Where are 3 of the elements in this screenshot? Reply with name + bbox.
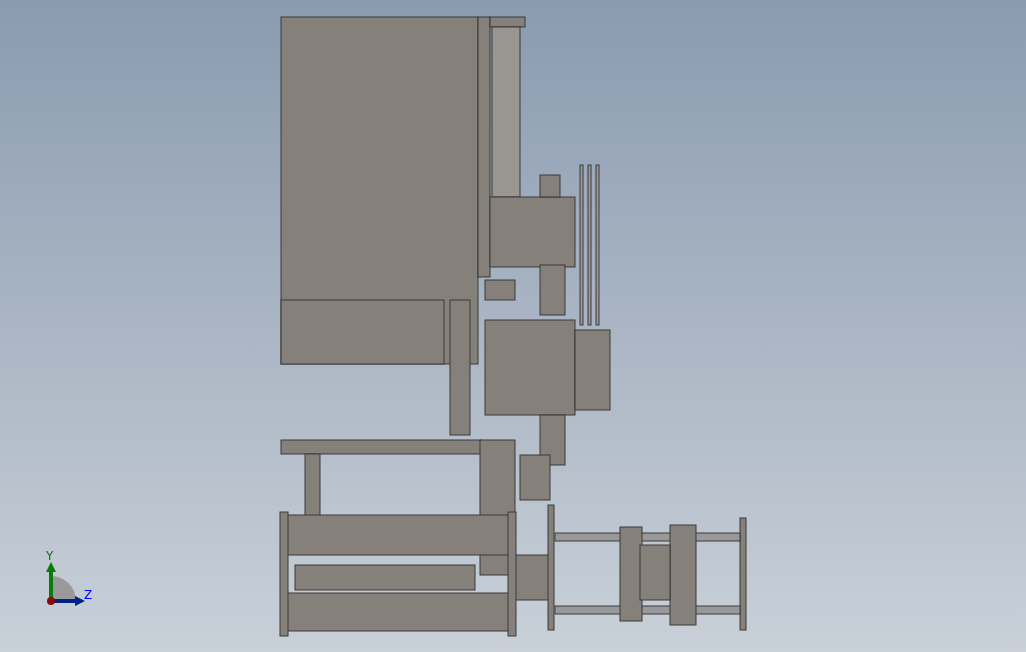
z-axis-label: Z [84,589,93,601]
axis-triad-icon [45,560,85,606]
y-axis-label: Y [46,550,54,562]
